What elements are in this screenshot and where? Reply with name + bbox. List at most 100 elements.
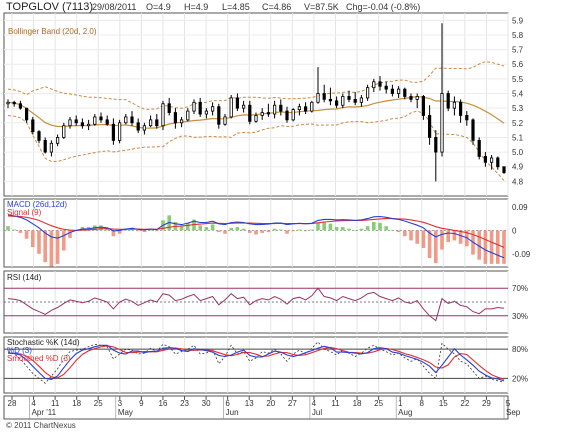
macd-histogram-bar (31, 230, 35, 248)
candle-body (241, 104, 246, 109)
macd-histogram-bar (285, 230, 289, 234)
candle-body (87, 123, 91, 127)
x-axis-tick-label: 13 (245, 399, 254, 408)
candle-body (37, 131, 41, 141)
macd-histogram-bar (55, 230, 60, 264)
macd-histogram-bar (341, 227, 345, 231)
candle-body (266, 112, 271, 115)
bollinger-legend: Bollinger Band (20d, 2.0) (8, 27, 97, 36)
candle-body (458, 101, 463, 116)
candle-body (142, 125, 146, 131)
chart-root: TOPGLOV (7113) 29/08/2011 O=4.9 H=4.9 L=… (0, 0, 565, 434)
candle-body (217, 106, 221, 125)
price-y-tick-label: 4.9 (512, 163, 524, 172)
candle-body (310, 101, 314, 112)
x-axis-tick-label: 22 (460, 399, 469, 408)
candle-body (452, 101, 457, 109)
candle-body (31, 119, 35, 132)
macd-histogram-bar (303, 230, 308, 232)
macd-y-tick-label: 0 (512, 226, 517, 235)
x-axis-tick-label: 28 (8, 399, 17, 408)
candle-body (365, 87, 370, 99)
candle-body (403, 88, 407, 97)
macd-histogram-bar (155, 230, 159, 232)
candle-body (148, 119, 153, 127)
candle-body (322, 93, 326, 100)
macd-histogram-bar (37, 230, 41, 254)
macd-y-tick-label: 0.09 (512, 203, 528, 212)
macd-histogram-bar (297, 229, 302, 231)
x-axis-tick-label: 25 (374, 399, 383, 408)
macd-histogram-bar (142, 230, 147, 233)
macd-histogram-bar (12, 229, 16, 231)
macd-histogram-bar (396, 230, 401, 233)
x-axis-tick-label: 18 (72, 399, 81, 408)
macd-histogram-bar (18, 230, 23, 233)
macd-histogram-bar (62, 230, 66, 251)
macd-histogram-bar (272, 228, 277, 231)
macd-histogram-bar (198, 225, 202, 231)
candle-body (173, 112, 177, 124)
chart-svg: 4.8 4.9 5.0 5.1 5.2 5.3 5.4 5.5 5.6 5.7 5.8 5.9 Boll… (3, 12, 531, 420)
x-axis-tick-label: 11 (331, 399, 340, 408)
macd-histogram-bar (241, 228, 246, 231)
candle-body (396, 88, 401, 94)
candle-body (489, 157, 494, 163)
macd-histogram-bar (316, 222, 320, 231)
candle-body (347, 96, 351, 100)
x-axis-tick-label: 4 (312, 399, 317, 408)
candle-body (285, 110, 289, 121)
candle-body (18, 103, 23, 109)
macd-histogram-bar (6, 226, 10, 231)
price-y-tick-label: 4.8 (512, 177, 524, 186)
candle-body (502, 166, 506, 173)
macd-histogram-bar (248, 230, 252, 233)
rsi-legend: RSI (14d) (7, 273, 42, 282)
candle-body (446, 93, 450, 109)
macd-histogram-bar (291, 230, 295, 232)
macd-histogram-bar (266, 230, 271, 233)
macd-histogram-bar (496, 230, 500, 264)
macd-histogram-bar (390, 230, 395, 231)
macd-histogram-bar (204, 227, 209, 231)
macd-histogram-bar (421, 230, 426, 248)
x-axis-tick-label: 16 (159, 399, 168, 408)
x-axis-tick-label: 3 (118, 399, 123, 408)
candle-body (49, 142, 54, 153)
x-axis-tick-label: 27 (288, 399, 297, 408)
candle-body (378, 81, 382, 87)
macd-histogram-bar (223, 230, 227, 234)
candle-body (161, 103, 165, 127)
candle-body (328, 98, 333, 102)
rsi-y-tick-label: 30% (512, 312, 528, 321)
macd-histogram-bar (334, 227, 339, 231)
x-axis-tick-label: 20 (266, 399, 275, 408)
x-axis-tick-label: 1 (398, 399, 403, 408)
candle-body (279, 104, 283, 112)
x-axis-tick-label: 5 (506, 399, 511, 408)
footer-copyright: © 2011 ChartNexus (6, 421, 76, 430)
x-axis-tick-label: 9 (139, 399, 144, 408)
x-axis-tick-label: 6 (225, 399, 230, 408)
candle-body (260, 112, 264, 116)
candle-body (223, 116, 227, 125)
candle-body (303, 106, 308, 112)
candle-body (99, 116, 103, 121)
macd-histogram-bar (409, 230, 413, 241)
candle-body (192, 101, 196, 112)
x-axis-month-label: Aug (398, 408, 412, 417)
macd-histogram-bar (310, 229, 314, 231)
candle-body (210, 106, 215, 112)
macd-histogram-bar (446, 230, 450, 243)
macd-histogram-bar (347, 228, 351, 231)
price-y-tick-label: 5.9 (512, 16, 524, 25)
macd-histogram-bar (489, 230, 494, 264)
macd-histogram-bar (378, 222, 382, 231)
candle-body (291, 109, 295, 121)
candle-body (434, 137, 438, 153)
candle-body (415, 96, 419, 100)
x-axis-tick-label: 18 (353, 399, 362, 408)
x-axis-month-label: Jul (312, 408, 322, 417)
price-y-tick-label: 5.7 (512, 46, 524, 55)
price-y-tick-label: 5.8 (512, 31, 524, 40)
